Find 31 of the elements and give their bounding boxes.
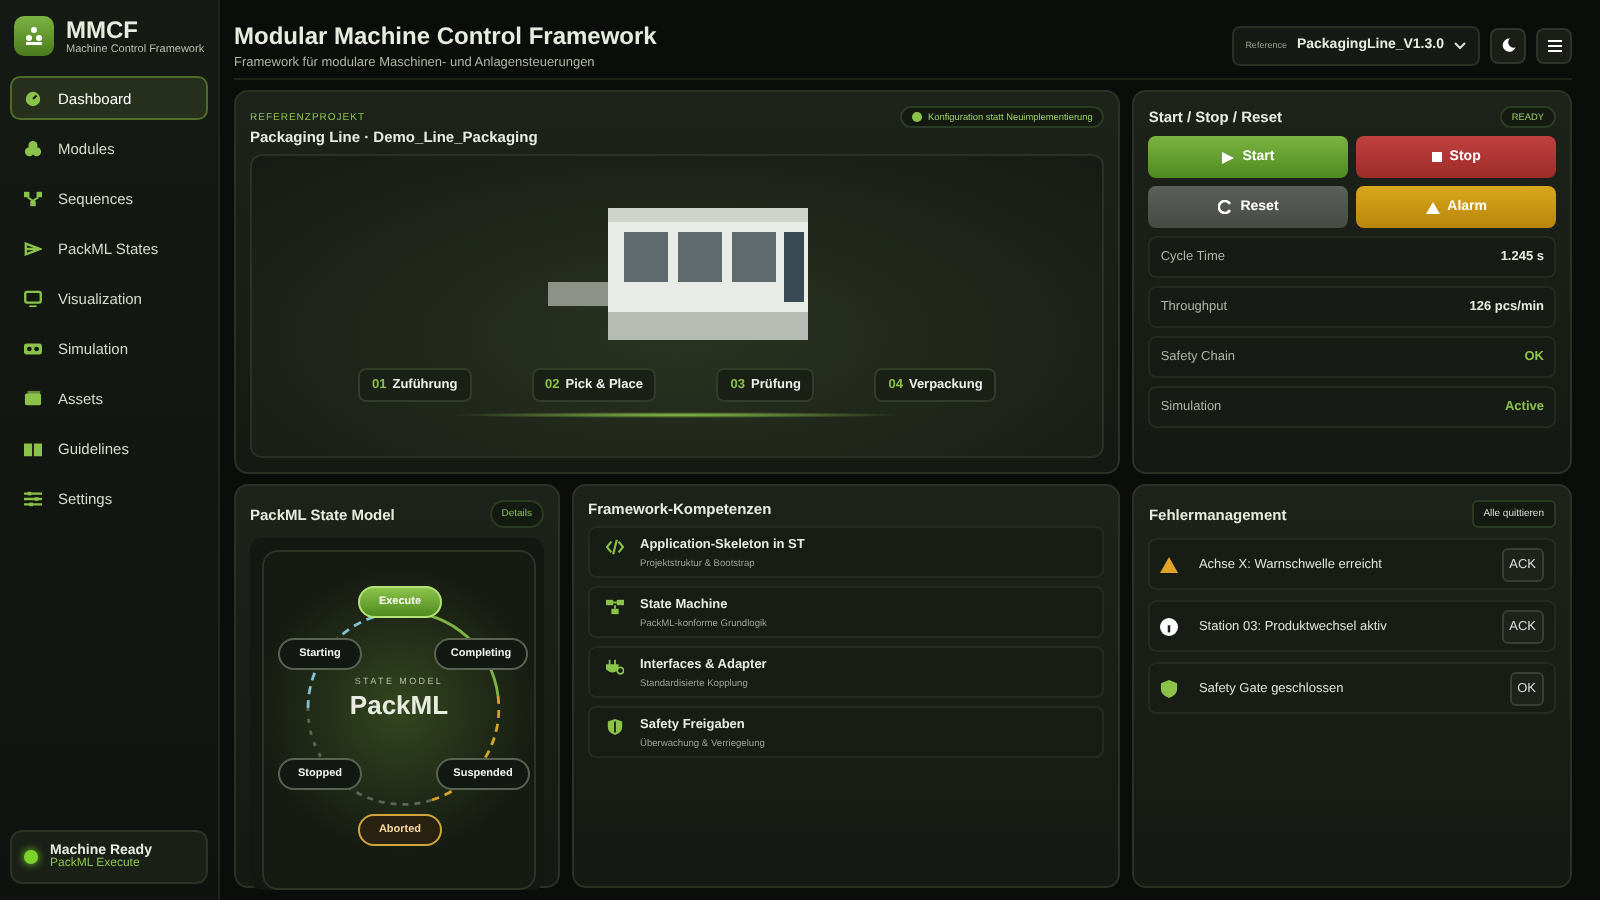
shield-icon — [1160, 679, 1179, 697]
competency-icon — [606, 598, 624, 616]
nav-icon — [24, 89, 42, 107]
warning-icon — [1160, 555, 1179, 573]
warning-icon — [1425, 201, 1440, 213]
nav-icon — [24, 289, 42, 307]
check-icon — [911, 112, 922, 122]
nav-icon — [24, 489, 42, 507]
competency-icon — [606, 538, 624, 556]
chevron-icon — [1454, 41, 1466, 49]
diagram-title: PackML — [347, 690, 451, 720]
theme-button[interactable] — [1490, 27, 1526, 63]
nav-icon — [24, 239, 42, 257]
menu-icon — [1547, 39, 1561, 51]
logo-icon — [14, 16, 54, 56]
nav-icon — [24, 139, 42, 157]
competency-icon — [606, 658, 624, 676]
info-icon — [1160, 617, 1179, 635]
play-icon — [1222, 151, 1235, 163]
nav-icon — [24, 339, 42, 357]
nav-icon — [24, 389, 42, 407]
app-title: MMCF — [66, 16, 140, 44]
reset-icon — [1218, 200, 1233, 214]
menu-button[interactable] — [1536, 27, 1572, 63]
moon-icon — [1501, 38, 1515, 52]
status-dot — [24, 850, 38, 864]
stop-icon — [1431, 152, 1442, 162]
nav-icon — [24, 439, 42, 457]
page-title: Modular Machine Control Framework — [234, 21, 657, 49]
nav-icon — [24, 189, 42, 207]
competency-icon — [606, 718, 624, 736]
